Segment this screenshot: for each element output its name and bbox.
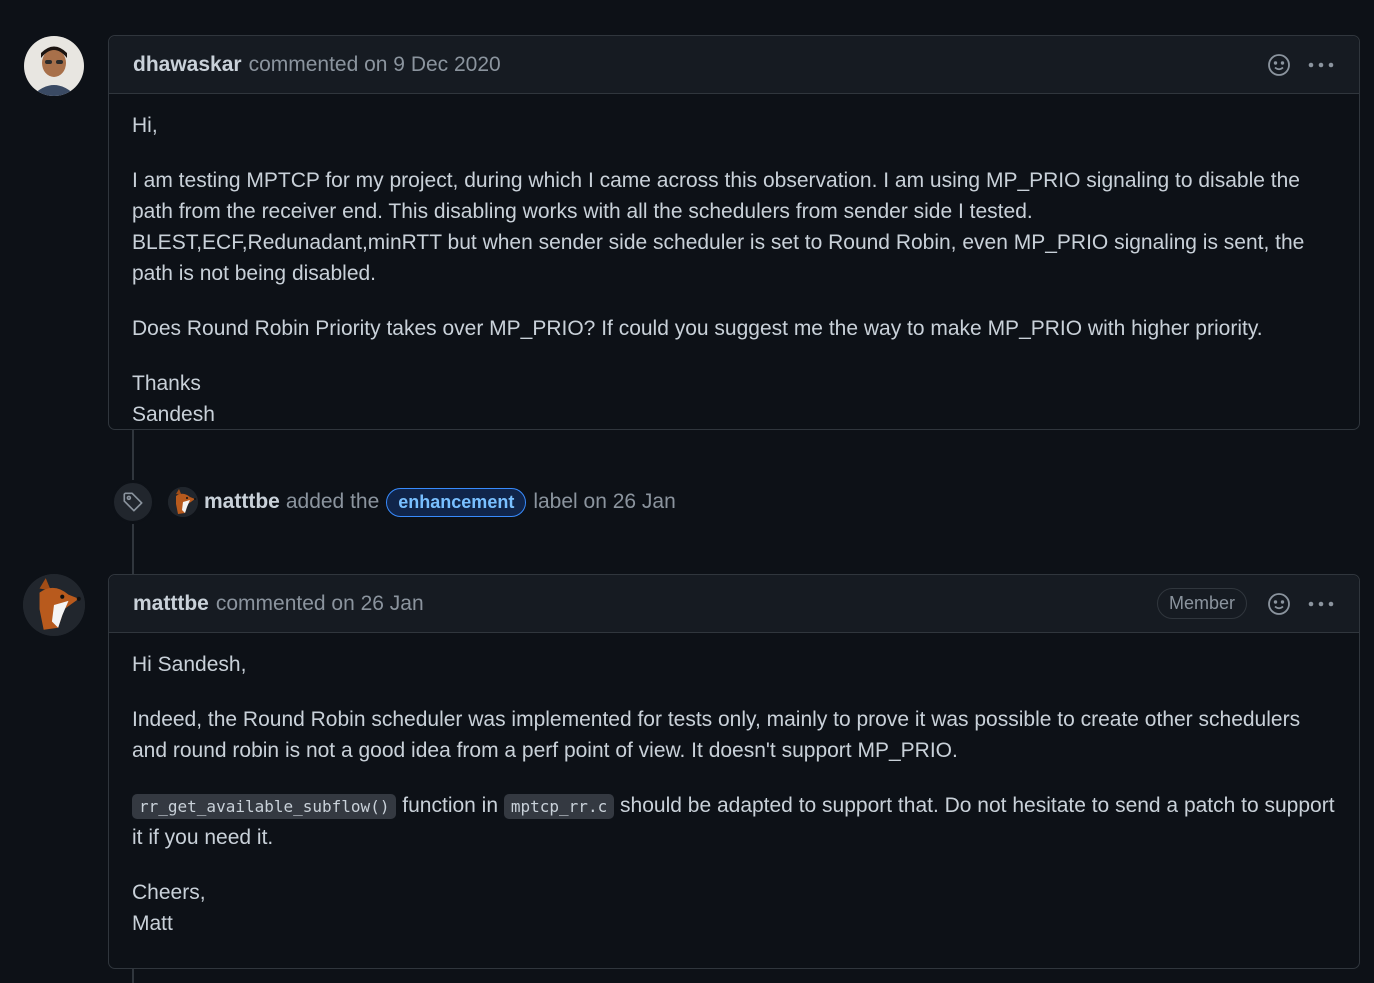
avatar-matttbe[interactable] — [23, 574, 85, 636]
comment-timestamp[interactable]: commented on 9 Dec 2020 — [249, 53, 501, 77]
timeline-connector — [132, 524, 134, 574]
comment-paragraph: Indeed, the Round Robin scheduler was im… — [132, 708, 1301, 762]
smiley-icon[interactable] — [1265, 51, 1293, 79]
enhancement-label[interactable]: enhancement — [386, 487, 527, 517]
person-avatar-icon — [24, 36, 84, 96]
inline-code: rr_get_available_subflow() — [132, 794, 397, 819]
signoff-line: Thanks — [132, 372, 201, 395]
fox-avatar-icon — [23, 574, 85, 636]
fox-avatar-icon — [168, 487, 198, 517]
kebab-menu-icon[interactable] — [1307, 590, 1335, 618]
comment-greeting: Hi Sandesh, — [132, 653, 247, 676]
avatar-dhawaskar[interactable] — [24, 36, 84, 96]
avatar-matttbe-small[interactable] — [168, 487, 198, 517]
signoff-line: Cheers, — [132, 881, 206, 904]
comment-card: dhawaskar commented on 9 Dec 2020 Hi, I … — [108, 35, 1360, 430]
timeline-connector — [132, 430, 134, 480]
comment-paragraph: I am testing MPTCP for my project, durin… — [132, 169, 1305, 285]
comment-signoff: Cheers, Matt — [132, 877, 1336, 939]
smiley-icon[interactable] — [1265, 590, 1293, 618]
event-actor[interactable]: matttbe — [204, 490, 280, 514]
comment-paragraph: rr_get_available_subflow() function in m… — [132, 790, 1336, 853]
comment-signoff: Thanks Sandesh — [132, 368, 1336, 430]
comment-body: Hi, I am testing MPTCP for my project, d… — [109, 94, 1359, 430]
comment-author[interactable]: dhawaskar — [133, 53, 242, 77]
timeline-connector — [132, 968, 134, 983]
comment-actions — [1265, 51, 1335, 79]
comment-header: matttbe commented on 26 Jan Member — [109, 575, 1359, 633]
comment-timestamp[interactable]: commented on 26 Jan — [216, 592, 424, 616]
signoff-name: Sandesh — [132, 403, 215, 426]
comment-paragraph: Does Round Robin Priority takes over MP_… — [132, 317, 1263, 340]
inline-code: mptcp_rr.c — [503, 794, 615, 819]
comment-header: dhawaskar commented on 9 Dec 2020 — [109, 36, 1359, 94]
comment-actions: Member — [1156, 588, 1335, 619]
tag-icon — [112, 481, 154, 523]
member-badge: Member — [1156, 588, 1247, 619]
comment-card: matttbe commented on 26 Jan Member Hi Sa… — [108, 574, 1360, 969]
comment-body: Hi Sandesh, Indeed, the Round Robin sche… — [109, 633, 1359, 939]
kebab-menu-icon[interactable] — [1307, 51, 1335, 79]
signoff-name: Matt — [132, 912, 173, 935]
comment-greeting: Hi, — [132, 114, 158, 137]
comment-author[interactable]: matttbe — [133, 592, 209, 616]
event-action: added the — [285, 490, 380, 513]
event-suffix[interactable]: label on 26 Jan — [533, 490, 675, 514]
label-event: matttbe added the enhancement label on 2… — [112, 481, 676, 523]
paragraph-text: function in — [402, 794, 499, 817]
